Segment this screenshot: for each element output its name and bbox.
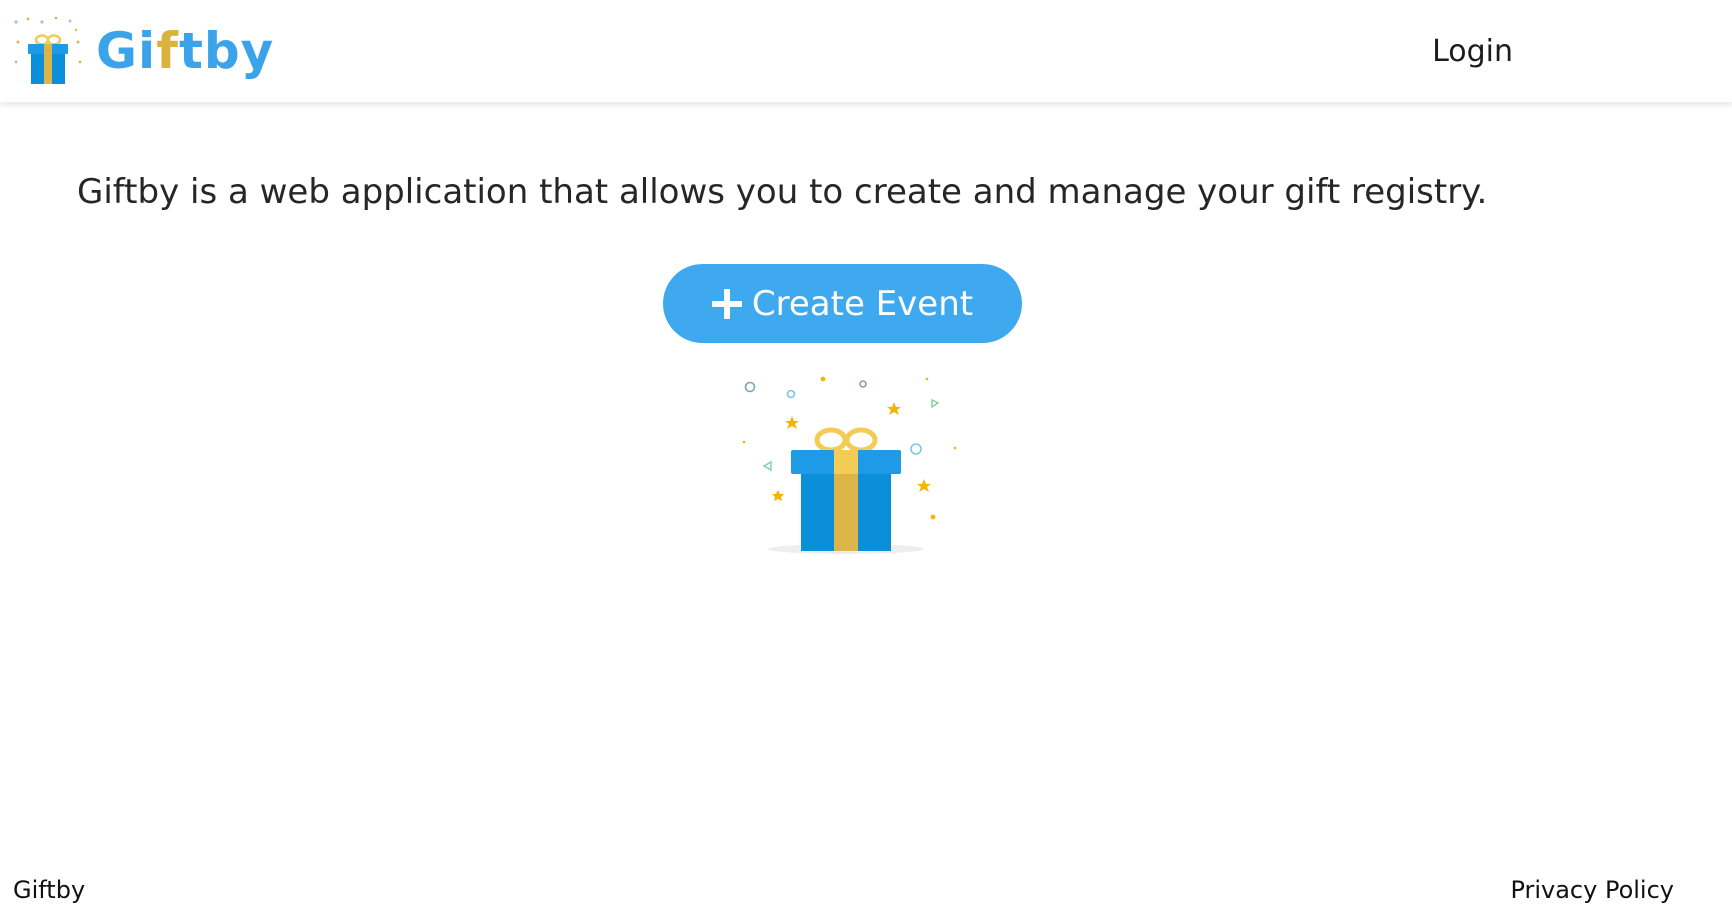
top-navbar: Giftby Login: [0, 0, 1732, 103]
brand-wordmark-part-3: tby: [178, 22, 275, 80]
footer-brand-link[interactable]: Giftby: [13, 874, 85, 906]
login-link[interactable]: Login: [1432, 32, 1513, 72]
brand-wordmark-part-1: Gi: [96, 22, 157, 80]
create-event-button[interactable]: Create Event: [663, 264, 1022, 343]
page: Giftby Login Giftby is a web application…: [0, 0, 1732, 915]
gift-box-icon: [14, 16, 82, 84]
plus-icon: [711, 288, 742, 319]
brand-wordmark-part-2: f: [156, 22, 179, 80]
brand-wordmark: Giftby: [96, 26, 274, 76]
gift-box-with-confetti-icon: [742, 376, 957, 554]
create-event-label: Create Event: [751, 283, 974, 324]
page-tagline: Giftby is a web application that allows …: [77, 172, 1488, 212]
home-logo-link[interactable]: Giftby: [12, 16, 274, 86]
privacy-policy-link[interactable]: Privacy Policy: [1510, 874, 1674, 906]
